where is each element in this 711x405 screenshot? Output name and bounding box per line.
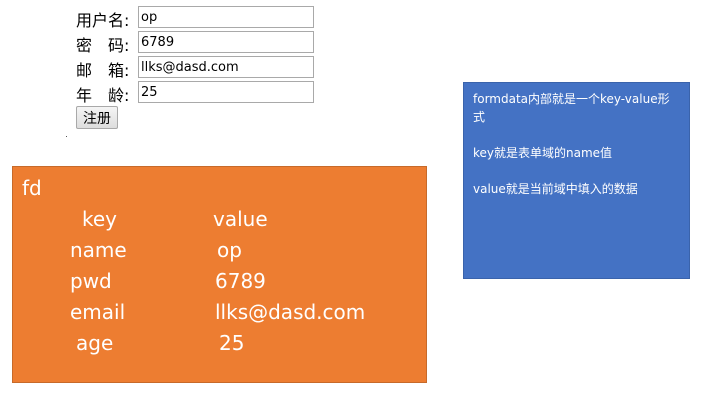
stray-dot [66, 136, 67, 137]
password-input[interactable] [138, 31, 314, 53]
fd-panel: fd key value name op pwd 6789 email llks… [12, 166, 427, 383]
register-form: 用户名: 密 码: 邮 箱: 年 龄: [76, 5, 336, 105]
username-label: 用户名: [76, 11, 130, 30]
note-line: value就是当前域中填入的数据 [473, 182, 638, 196]
email-label: 邮 箱: [76, 61, 130, 80]
fd-row-key: pwd [70, 269, 112, 293]
note-line: key就是表单域的name值 [473, 146, 613, 160]
password-row: 密 码: [76, 30, 336, 55]
username-row: 用户名: [76, 5, 336, 30]
email-row: 邮 箱: [76, 55, 336, 80]
age-input[interactable] [138, 81, 314, 103]
email-input[interactable] [138, 56, 314, 78]
fd-row-value: 25 [219, 331, 245, 355]
fd-header-value: value [213, 207, 268, 231]
fd-row-key: email [70, 300, 126, 324]
page: 用户名: 密 码: 邮 箱: 年 龄: 注册 fd key value name… [0, 0, 711, 405]
fd-row-key: name [70, 238, 127, 262]
password-label: 密 码: [76, 36, 130, 55]
username-input[interactable] [138, 6, 314, 28]
age-label: 年 龄: [76, 86, 130, 105]
fd-header-key: key [82, 207, 118, 231]
age-row: 年 龄: [76, 80, 336, 105]
fd-row-value: 6789 [215, 269, 266, 293]
fd-row-key: age [76, 331, 114, 355]
fd-row-value: op [217, 238, 242, 262]
register-button[interactable]: 注册 [76, 106, 118, 129]
note-line: formdata内部就是一个key-value形式 [473, 92, 670, 124]
fd-row-value: llks@dasd.com [215, 300, 366, 324]
note-panel: formdata内部就是一个key-value形式 key就是表单域的name值… [463, 82, 690, 279]
fd-title: fd [22, 176, 42, 200]
